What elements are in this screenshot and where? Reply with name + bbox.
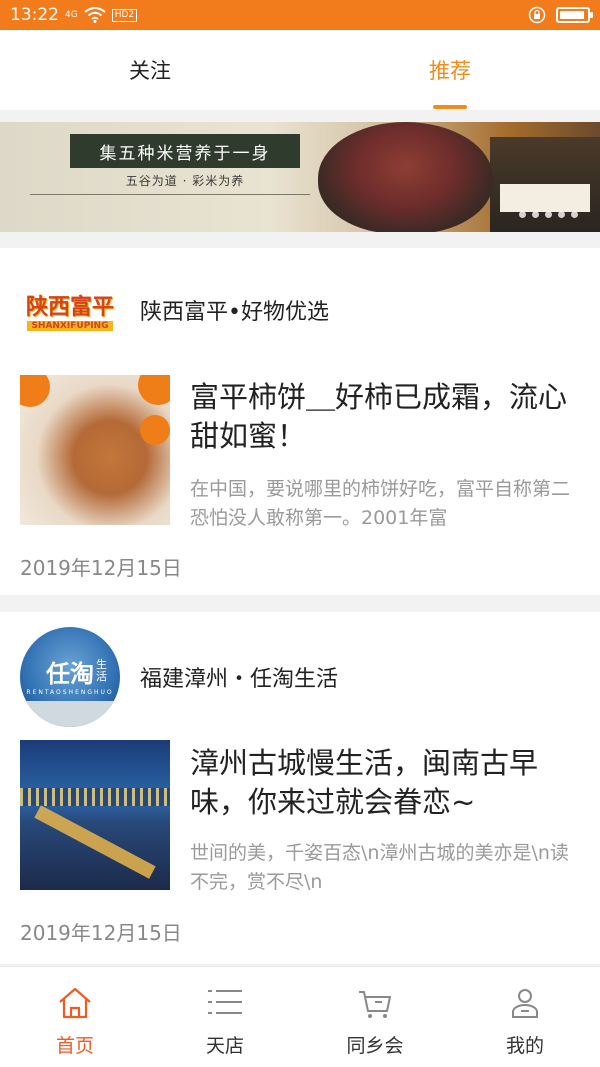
carousel-dot[interactable] bbox=[571, 211, 578, 218]
home-icon bbox=[59, 987, 91, 1019]
carousel-dot[interactable] bbox=[545, 211, 552, 218]
battery-icon bbox=[556, 7, 593, 23]
carousel-dot[interactable] bbox=[519, 211, 526, 218]
source-logo-text: 任淘 bbox=[46, 659, 94, 688]
rice-bowl-image bbox=[318, 122, 493, 232]
source-logo-subtext: RENTAOSHENGHUO bbox=[26, 689, 114, 696]
status-time: 13:22 bbox=[10, 5, 59, 25]
list-icon bbox=[208, 990, 242, 1014]
bottom-nav: 首页 天店 同乡会 我的 bbox=[0, 966, 600, 1067]
source-logo: 任淘 生活 RENTAOSHENGHUO bbox=[20, 627, 120, 727]
article-card[interactable]: 陕西富平 SHANXIFUPING 陕西富平•好物优选 富平柿饼＿好柿已成霜，流… bbox=[0, 248, 600, 595]
nav-store-label: 天店 bbox=[205, 1035, 244, 1057]
wifi-icon bbox=[84, 7, 106, 23]
source-logo-text: 陕西富平 bbox=[25, 295, 114, 320]
banner-headline: 集五种米营养于一身 bbox=[70, 134, 300, 168]
article-title[interactable]: 富平柿饼＿好柿已成霜，流心甜如蜜！ bbox=[190, 378, 585, 456]
banner-divider bbox=[30, 194, 310, 195]
hd-badge: HD2 bbox=[111, 8, 138, 22]
nav-mine[interactable]: 我的 bbox=[450, 967, 600, 1067]
article-source[interactable]: 陕西富平 SHANXIFUPING 陕西富平•好物优选 bbox=[20, 288, 329, 332]
source-name: 陕西富平•好物优选 bbox=[140, 300, 329, 325]
tab-follow-label: 关注 bbox=[129, 59, 171, 83]
article-card[interactable]: 任淘 生活 RENTAOSHENGHUO 福建漳州・任淘生活 漳州古城慢生活，闽… bbox=[0, 612, 600, 964]
source-name: 福建漳州・任淘生活 bbox=[140, 667, 339, 692]
article-summary: 世间的美，千姿百态\n漳州古城的美亦是\n读不完，赏不尽\n bbox=[190, 842, 569, 893]
cart-icon bbox=[359, 991, 391, 1018]
article-thumbnail bbox=[20, 740, 170, 890]
carousel-indicator bbox=[519, 211, 578, 218]
article-source[interactable]: 任淘 生活 RENTAOSHENGHUO 福建漳州・任淘生活 bbox=[20, 627, 338, 727]
carousel-dot[interactable] bbox=[532, 211, 539, 218]
carousel-dot[interactable] bbox=[558, 211, 565, 218]
source-logo-subtext: SHANXIFUPING bbox=[27, 321, 113, 331]
lock-rotation-icon bbox=[528, 6, 546, 24]
active-tab-indicator bbox=[433, 105, 467, 109]
tab-recommend[interactable]: 推荐 bbox=[300, 30, 600, 110]
nav-mine-label: 我的 bbox=[505, 1035, 544, 1057]
article-title[interactable]: 漳州古城慢生活，闽南古早味，你来过就会眷恋~ bbox=[190, 744, 585, 822]
source-logo: 陕西富平 SHANXIFUPING bbox=[20, 288, 120, 332]
product-box-label bbox=[500, 184, 590, 212]
tab-recommend-label: 推荐 bbox=[429, 59, 471, 83]
status-bar: 13:22 4G HD2 bbox=[0, 0, 600, 30]
source-logo-side-text: 生活 bbox=[96, 658, 107, 683]
article-summary: 在中国，要说哪里的柿饼好吃，富平自称第二恐怕没人敢称第一。2001年富 bbox=[190, 478, 571, 529]
promo-banner[interactable]: 集五种米营养于一身 五谷为道 · 彩米为养 bbox=[0, 122, 600, 232]
article-date: 2019年12月15日 bbox=[20, 556, 182, 580]
article-date: 2019年12月15日 bbox=[20, 921, 182, 945]
nav-hometown-label: 同乡会 bbox=[346, 1035, 404, 1057]
nav-hometown[interactable]: 同乡会 bbox=[300, 967, 450, 1067]
top-tab-bar: 关注 推荐 bbox=[0, 30, 600, 110]
nav-home-label: 首页 bbox=[55, 1035, 94, 1057]
article-thumbnail bbox=[20, 375, 170, 525]
banner-subtitle: 五谷为道 · 彩米为养 bbox=[125, 174, 245, 188]
nav-store[interactable]: 天店 bbox=[150, 967, 300, 1067]
user-icon bbox=[512, 989, 538, 1018]
network-label: 4G bbox=[65, 9, 78, 20]
tab-follow[interactable]: 关注 bbox=[0, 30, 300, 110]
nav-home[interactable]: 首页 bbox=[0, 967, 150, 1067]
